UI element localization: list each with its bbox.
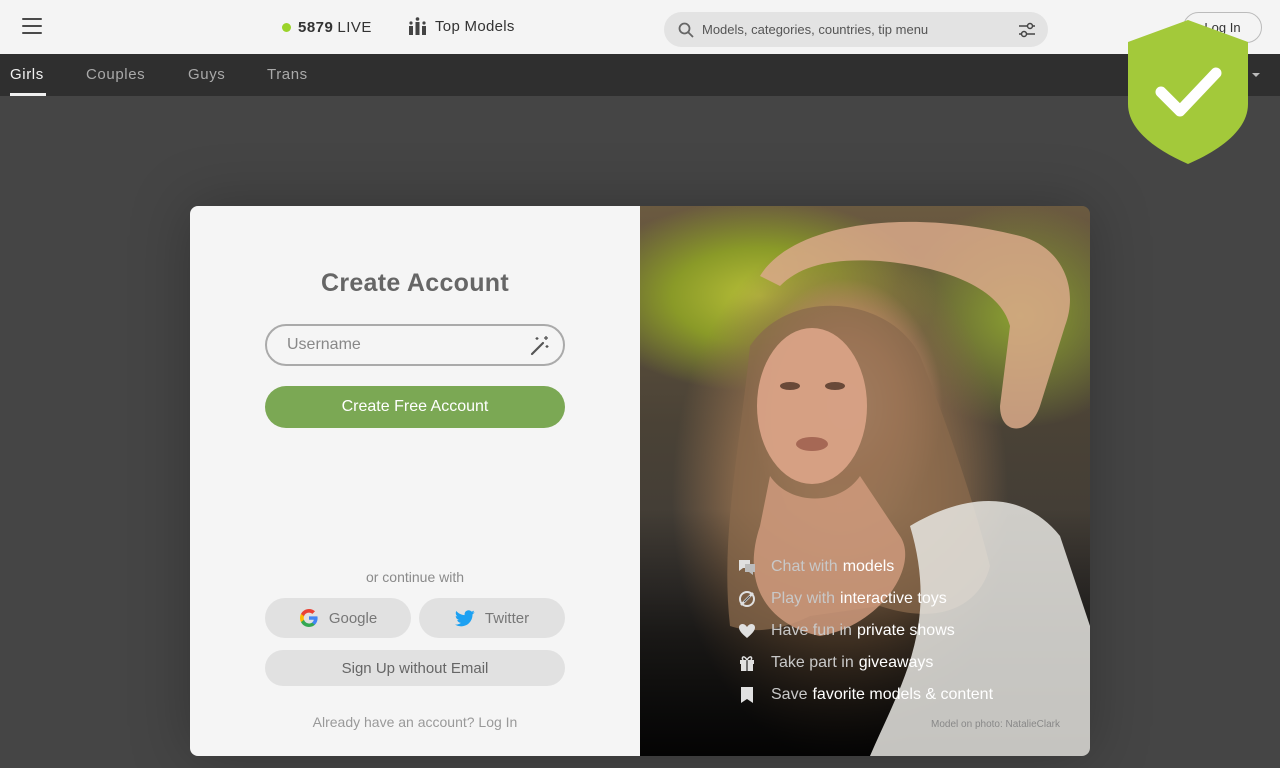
username-field[interactable]	[265, 324, 565, 366]
feature-bold: private shows	[856, 622, 955, 639]
feature-pre: Chat with	[771, 558, 838, 575]
feature-item: Have fun in private shows	[736, 615, 993, 647]
live-dot-icon	[282, 23, 291, 32]
top-models-link[interactable]: Top Models	[408, 17, 515, 35]
live-count: 5879	[298, 19, 334, 36]
google-login-button[interactable]: Google	[265, 598, 411, 638]
twitter-login-button[interactable]: Twitter	[419, 598, 565, 638]
filter-icon[interactable]	[1018, 22, 1036, 38]
live-label: LIVE	[337, 19, 372, 36]
feature-bold: models	[842, 558, 895, 575]
feature-bold: interactive toys	[840, 590, 947, 607]
twitter-icon	[454, 609, 475, 626]
feature-item: Save favorite models & content	[736, 679, 993, 711]
feature-pre: Have fun in	[771, 622, 852, 639]
modal-title: Create Account	[320, 269, 510, 297]
chat-icon	[739, 560, 755, 575]
feature-pre: Save	[771, 686, 808, 703]
promo-photo-panel: Chat with models Play with interactive toy…	[640, 206, 1090, 756]
live-counter[interactable]: 5879 LIVE	[282, 19, 372, 36]
shield-check-icon	[1128, 20, 1248, 164]
already-have-account: Already have an account? Log In	[190, 714, 640, 730]
bookmark-icon	[741, 687, 753, 703]
google-label: Google	[328, 609, 378, 627]
twitter-label: Twitter	[484, 609, 530, 627]
magic-wand-icon[interactable]	[529, 334, 551, 356]
login-link[interactable]: Log In	[478, 714, 517, 730]
feature-item: Play with interactive toys	[736, 583, 993, 615]
username-input[interactable]	[287, 336, 529, 354]
feature-bold: favorite models & content	[812, 686, 994, 703]
create-account-button[interactable]: Create Free Account	[265, 386, 565, 428]
menu-icon[interactable]	[22, 18, 42, 36]
feature-list: Chat with models Play with interactive toy…	[736, 551, 993, 711]
tab-couples[interactable]: Couples	[86, 66, 145, 83]
top-models-label: Top Models	[435, 17, 515, 35]
chevron-down-icon[interactable]	[1252, 73, 1260, 77]
feature-item: Take part in giveaways	[736, 647, 993, 679]
gift-icon	[740, 656, 754, 671]
signup-form-panel: Create Account Create Free Account or co…	[190, 206, 640, 756]
tab-guys[interactable]: Guys	[188, 66, 225, 83]
signup-modal: Create Account Create Free Account or co…	[190, 206, 1090, 756]
already-text: Already have an account?	[312, 714, 475, 730]
google-icon	[299, 609, 318, 627]
feature-bold: giveaways	[858, 654, 934, 671]
heart-icon	[739, 624, 755, 638]
search-bar[interactable]	[664, 12, 1048, 47]
trophy-podium-icon	[409, 17, 426, 35]
toys-icon	[739, 591, 755, 607]
feature-pre: Take part in	[771, 654, 854, 671]
feature-pre: Play with	[771, 590, 836, 607]
category-nav: Girls Couples Guys Trans	[0, 54, 1280, 96]
photo-credit: Model on photo: NatalieClark	[931, 719, 1060, 730]
tab-girls[interactable]: Girls	[10, 66, 44, 83]
or-continue-text: or continue with	[365, 569, 465, 585]
feature-item: Chat with models	[736, 551, 993, 583]
tab-trans[interactable]: Trans	[267, 66, 308, 83]
search-input[interactable]	[702, 22, 1018, 37]
search-icon	[678, 22, 694, 38]
active-tab-indicator	[10, 93, 46, 96]
signup-without-email-button[interactable]: Sign Up without Email	[265, 650, 565, 686]
top-header: 5879 LIVE Top Models Log In	[0, 0, 1280, 54]
